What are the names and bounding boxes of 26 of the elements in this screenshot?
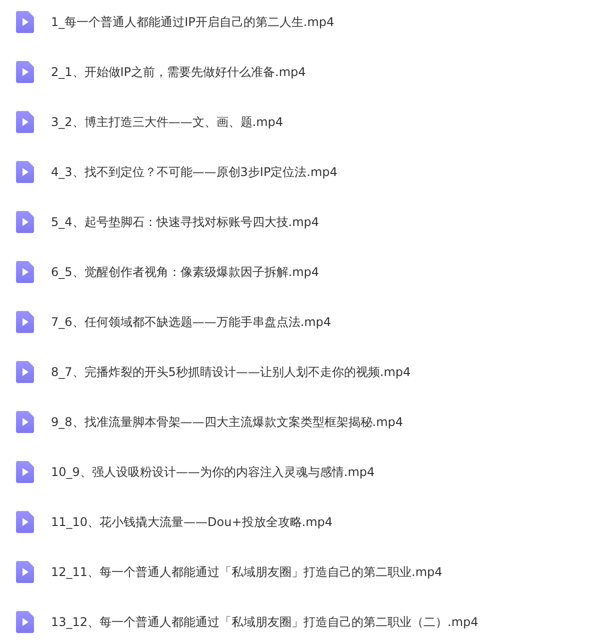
video-file-icon: [16, 211, 34, 233]
video-file-icon: [16, 111, 34, 133]
file-name[interactable]: 2_1、开始做IP之前，需要先做好什么准备.mp4: [51, 61, 306, 83]
file-name[interactable]: 1_每一个普通人都能通过IP开启自己的第二人生.mp4: [51, 11, 334, 33]
file-name[interactable]: 3_2、博主打造三大件——文、画、题.mp4: [51, 111, 284, 133]
file-name[interactable]: 7_6、任何领域都不缺选题——万能手串盘点法.mp4: [51, 311, 332, 333]
video-file-icon: [16, 361, 34, 383]
video-file-icon: [16, 11, 34, 33]
video-file-icon: [16, 261, 34, 283]
video-file-icon: [16, 611, 34, 633]
video-file-icon: [16, 61, 34, 83]
file-name[interactable]: 11_10、花小钱撬大流量——Dou+投放全攻略.mp4: [51, 511, 333, 533]
video-file-icon: [16, 561, 34, 583]
video-file-icon: [16, 161, 34, 183]
video-file-icon: [16, 511, 34, 533]
video-file-icon: [16, 411, 34, 433]
video-file-icon: [16, 461, 34, 483]
file-name[interactable]: 12_11、每一个普通人都能通过「私域朋友圈」打造自己的第二职业.mp4: [51, 561, 442, 583]
file-name[interactable]: 4_3、找不到定位？不可能——原创3步IP定位法.mp4: [51, 161, 338, 183]
file-name[interactable]: 8_7、完播炸裂的开头5秒抓睛设计——让别人划不走你的视频.mp4: [51, 361, 411, 383]
file-name[interactable]: 5_4、起号垫脚石：快速寻找对标账号四大技.mp4: [51, 211, 320, 233]
file-name[interactable]: 9_8、找准流量脚本骨架——四大主流爆款文案类型框架揭秘.mp4: [51, 411, 404, 433]
file-name[interactable]: 10_9、强人设吸粉设计——为你的内容注入灵魂与感情.mp4: [51, 461, 375, 483]
file-name[interactable]: 6_5、觉醒创作者视角：像素级爆款因子拆解.mp4: [51, 261, 320, 283]
video-file-icon: [16, 311, 34, 333]
file-name[interactable]: 13_12、每一个普通人都能通过「私域朋友圈」打造自己的第二职业（二）.mp4: [51, 611, 478, 633]
